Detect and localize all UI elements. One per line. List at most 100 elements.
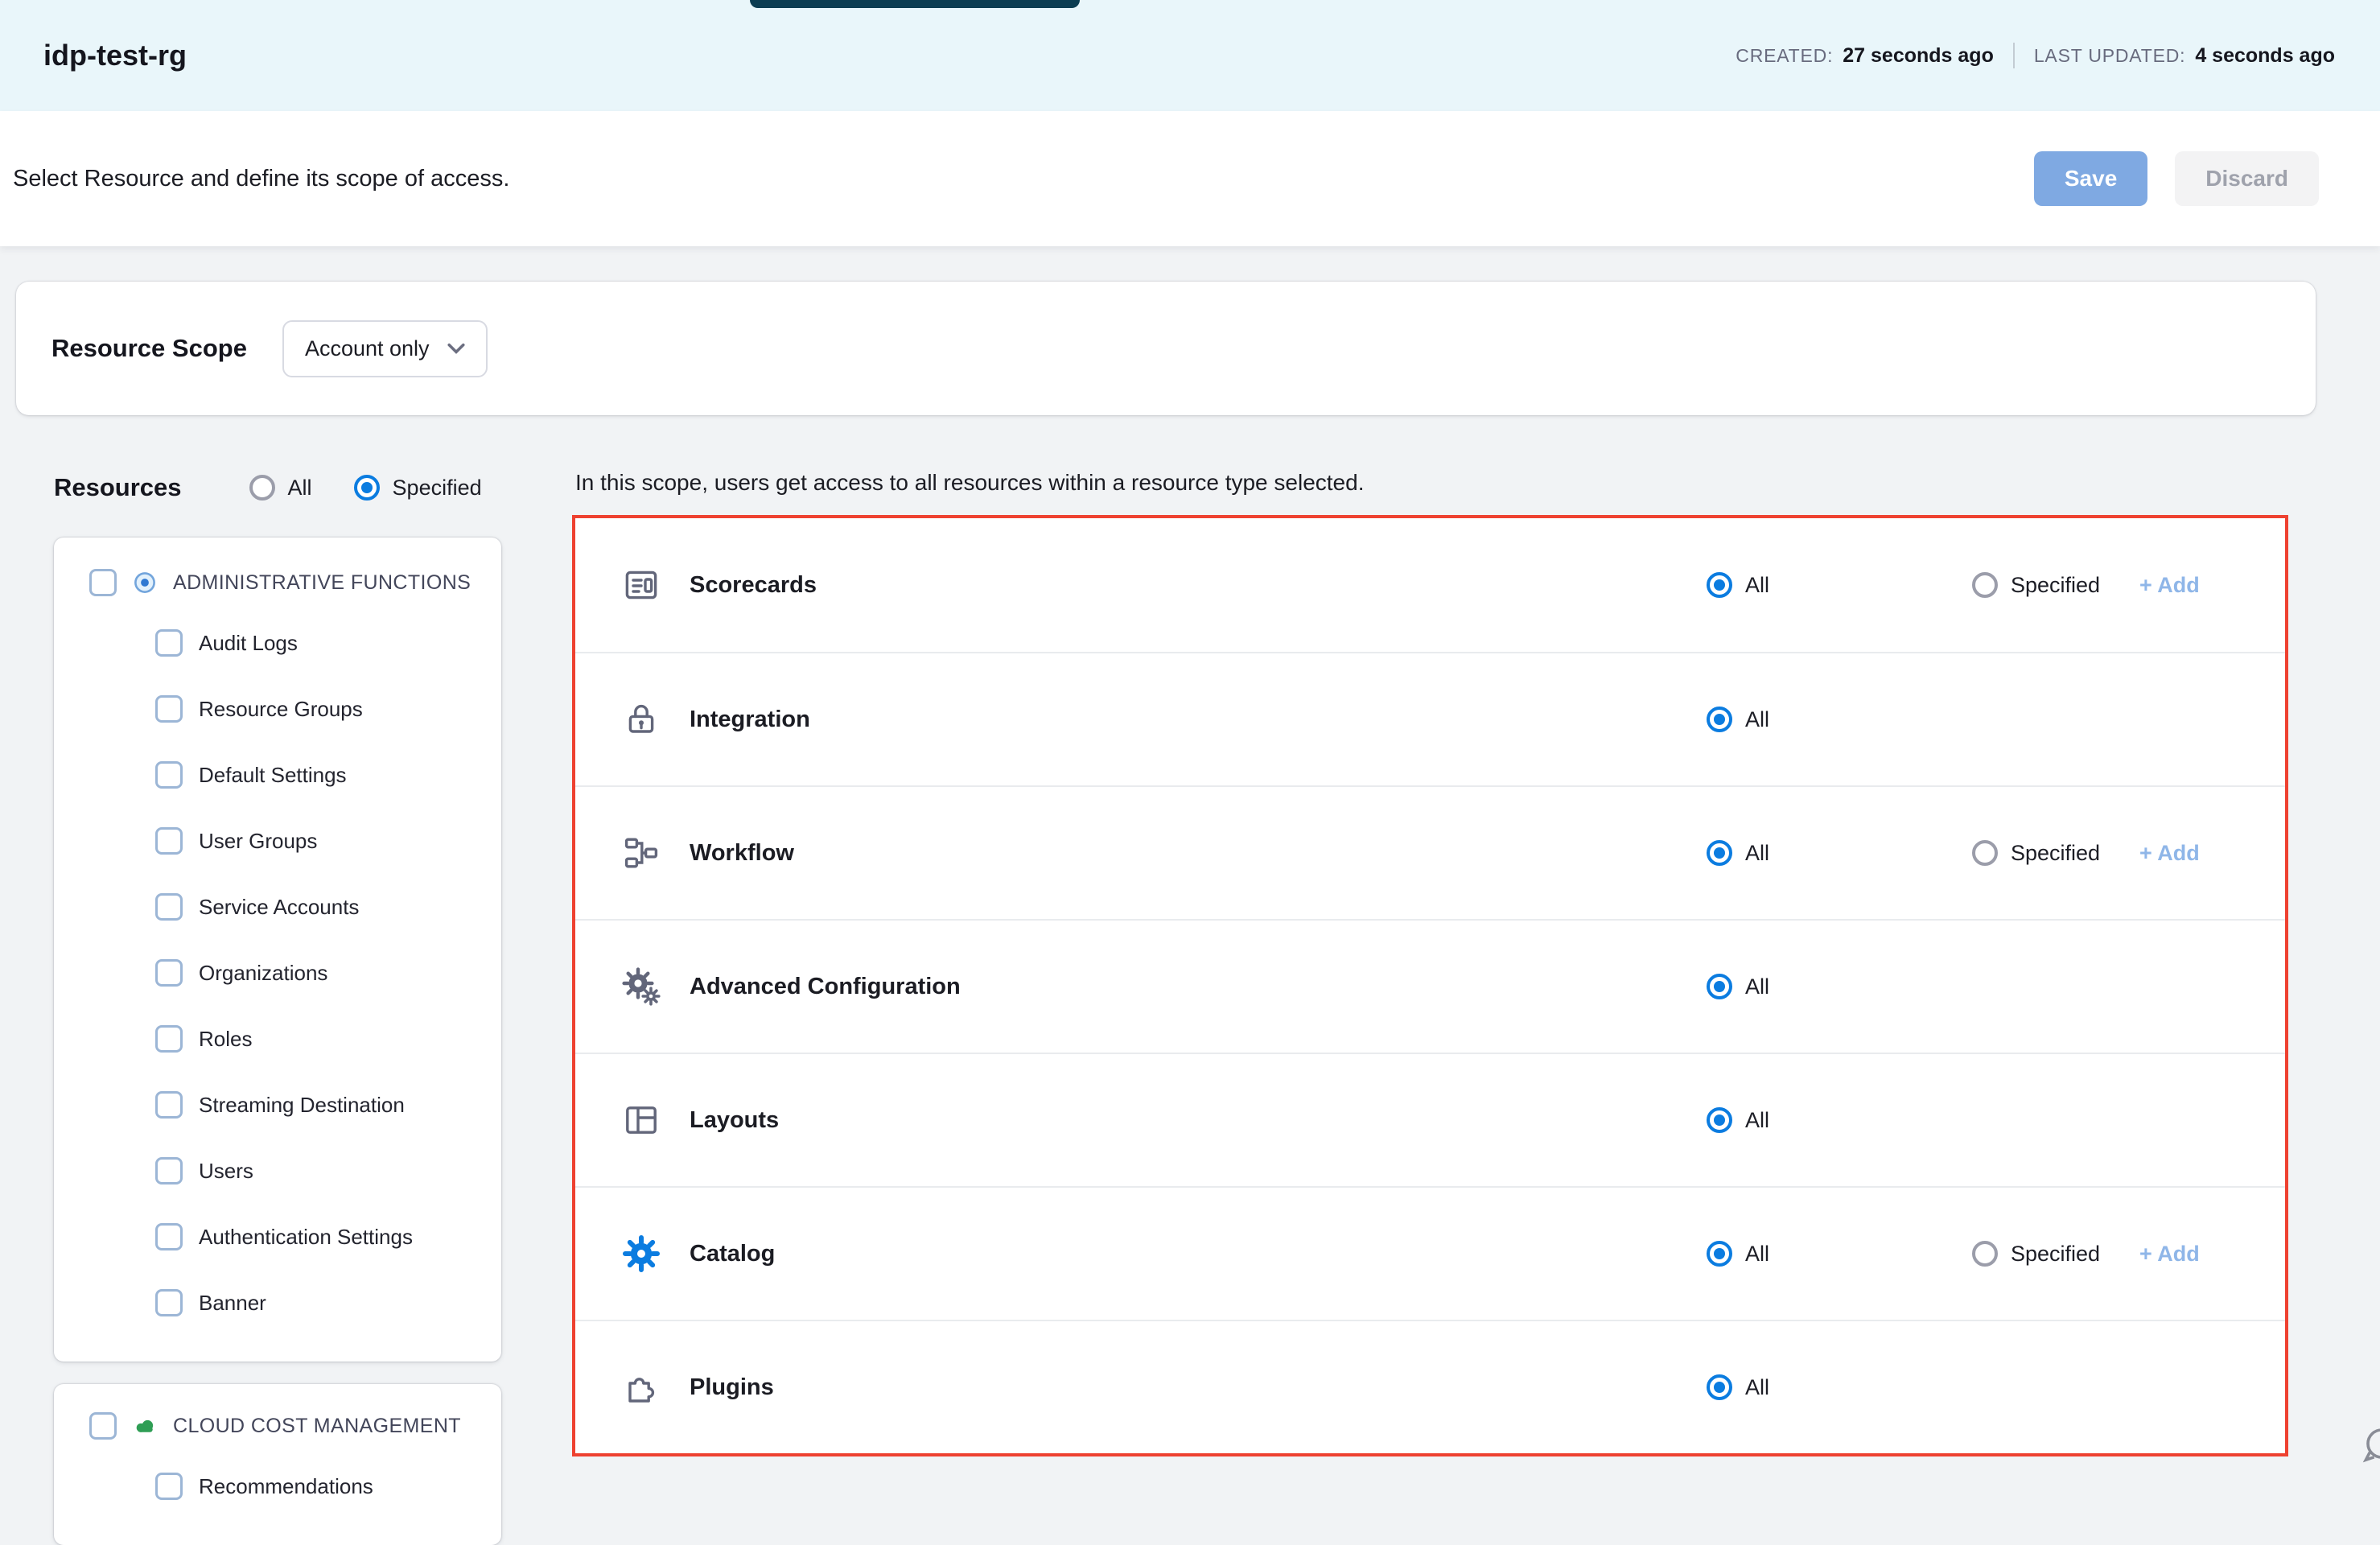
resources-radio-all[interactable]: All xyxy=(249,475,312,501)
workflow-icon xyxy=(622,834,661,872)
radio-all[interactable]: All xyxy=(1707,840,1972,866)
resource-group-label: CLOUD COST MANAGEMENT xyxy=(173,1415,461,1438)
item-checkbox[interactable] xyxy=(155,1091,183,1119)
resource-item: Organizations xyxy=(54,940,501,1006)
page-title: idp-test-rg xyxy=(43,39,187,72)
resource-item: Banner xyxy=(54,1270,501,1336)
radio-all-label: All xyxy=(1745,573,1769,598)
resource-item-label: Organizations xyxy=(199,961,327,986)
resource-item-label: Resource Groups xyxy=(199,697,363,722)
resource-type-label: Catalog xyxy=(690,1241,1707,1267)
add-button[interactable]: + Add xyxy=(2139,1242,2284,1267)
resource-item-label: Users xyxy=(199,1159,253,1184)
resource-item: User Groups xyxy=(54,808,501,874)
radio-icon xyxy=(1707,1107,1732,1133)
discard-button[interactable]: Discard xyxy=(2175,151,2319,206)
resource-tree: ADMINISTRATIVE FUNCTIONS Audit Logs Reso… xyxy=(54,538,501,1545)
radio-icon xyxy=(1707,1374,1732,1400)
header-meta: CREATED: 27 seconds ago LAST UPDATED: 4 … xyxy=(1736,43,2335,68)
radio-icon xyxy=(1707,1241,1732,1267)
resource-item-label: User Groups xyxy=(199,829,317,854)
radio-specified-label: Specified xyxy=(2011,573,2100,598)
add-button[interactable]: + Add xyxy=(2139,573,2284,598)
item-checkbox[interactable] xyxy=(155,1025,183,1053)
resources-radio-all-label: All xyxy=(288,476,312,501)
resource-type-label: Scorecards xyxy=(690,572,1707,599)
item-checkbox[interactable] xyxy=(155,629,183,657)
scope-panel: In this scope, users get access to all r… xyxy=(572,470,2316,1545)
radio-all-label: All xyxy=(1745,1375,1769,1400)
item-checkbox[interactable] xyxy=(155,761,183,789)
resource-type-label: Advanced Configuration xyxy=(690,974,1707,1000)
resource-item: Roles xyxy=(54,1006,501,1072)
radio-specified-label: Specified xyxy=(2011,1242,2100,1267)
item-checkbox[interactable] xyxy=(155,893,183,921)
resource-item-list: Audit Logs Resource Groups Default Setti… xyxy=(54,610,501,1336)
created-label: CREATED: xyxy=(1736,45,1833,67)
resource-type-label: Layouts xyxy=(690,1107,1707,1134)
resource-item: Users xyxy=(54,1138,501,1204)
radio-all[interactable]: All xyxy=(1707,974,1972,999)
resource-item: Default Settings xyxy=(54,742,501,808)
resources-radio-specified[interactable]: Specified xyxy=(354,475,482,501)
radio-all[interactable]: All xyxy=(1707,572,1972,598)
resource-scope-card: Resource Scope Account only xyxy=(16,282,2316,415)
radio-icon xyxy=(1707,974,1732,999)
radio-specified[interactable]: Specified xyxy=(1972,1241,2139,1267)
item-checkbox[interactable] xyxy=(155,1223,183,1250)
resource-scope-label: Resource Scope xyxy=(51,334,247,363)
main-content: Resource Scope Account only Resources Al… xyxy=(0,246,2380,1545)
item-checkbox[interactable] xyxy=(155,695,183,723)
integration-icon xyxy=(622,700,661,739)
item-checkbox[interactable] xyxy=(155,959,183,987)
save-button[interactable]: Save xyxy=(2034,151,2147,206)
group-checkbox[interactable] xyxy=(89,569,117,596)
meta-divider xyxy=(2013,43,2015,68)
scope-description: In this scope, users get access to all r… xyxy=(575,470,2288,496)
radio-icon xyxy=(1972,1241,1998,1267)
radio-icon xyxy=(1972,572,1998,598)
radio-all[interactable]: All xyxy=(1707,1374,1972,1400)
add-button[interactable]: + Add xyxy=(2139,841,2284,866)
resources-radio-specified-label: Specified xyxy=(393,476,482,501)
resource-item-label: Service Accounts xyxy=(199,895,359,920)
radio-specified[interactable]: Specified xyxy=(1972,840,2139,866)
resource-type-row: Catalog All Specified + Add xyxy=(575,1186,2285,1320)
updated-label: LAST UPDATED: xyxy=(2034,45,2185,67)
radio-specified-label: Specified xyxy=(2011,841,2100,866)
resource-type-label: Plugins xyxy=(690,1374,1707,1401)
radio-icon xyxy=(1972,840,1998,866)
radio-all-label: All xyxy=(1745,707,1769,732)
resource-type-row: Advanced Configuration All Specified + A… xyxy=(575,919,2285,1053)
item-checkbox[interactable] xyxy=(155,1157,183,1184)
resource-item-label: Recommendations xyxy=(199,1474,373,1499)
radio-icon xyxy=(1707,707,1732,732)
radio-all-label: All xyxy=(1745,841,1769,866)
resource-type-row: Layouts All Specified + Add xyxy=(575,1053,2285,1186)
radio-icon xyxy=(1707,572,1732,598)
item-checkbox[interactable] xyxy=(155,827,183,855)
resource-item: Recommendations xyxy=(54,1453,501,1519)
radio-all[interactable]: All xyxy=(1707,1241,1972,1267)
page-header: idp-test-rg CREATED: 27 seconds ago LAST… xyxy=(0,0,2380,111)
created-value: 27 seconds ago xyxy=(1843,44,1994,68)
resource-item: Audit Logs xyxy=(54,610,501,676)
radio-all[interactable]: All xyxy=(1707,1107,1972,1133)
radio-all-label: All xyxy=(1745,974,1769,999)
resource-scope-select[interactable]: Account only xyxy=(282,320,488,377)
columns: Resources All Specified ADMINISTRATIVE F… xyxy=(16,470,2316,1545)
resource-type-row: Integration All Specified + Add xyxy=(575,652,2285,785)
chevron-down-icon xyxy=(447,343,465,354)
radio-specified[interactable]: Specified xyxy=(1972,572,2139,598)
group-checkbox[interactable] xyxy=(89,1412,117,1440)
cloud-cost-icon xyxy=(133,1414,157,1438)
radio-all[interactable]: All xyxy=(1707,707,1972,732)
resource-type-label: Integration xyxy=(690,707,1707,733)
top-notch xyxy=(750,0,1080,8)
resource-item-label: Banner xyxy=(199,1291,266,1316)
scorecards-icon xyxy=(622,566,661,604)
item-checkbox[interactable] xyxy=(155,1289,183,1316)
help-widget[interactable] xyxy=(2356,1423,2380,1471)
item-checkbox[interactable] xyxy=(155,1473,183,1500)
resource-item-label: Roles xyxy=(199,1027,252,1052)
